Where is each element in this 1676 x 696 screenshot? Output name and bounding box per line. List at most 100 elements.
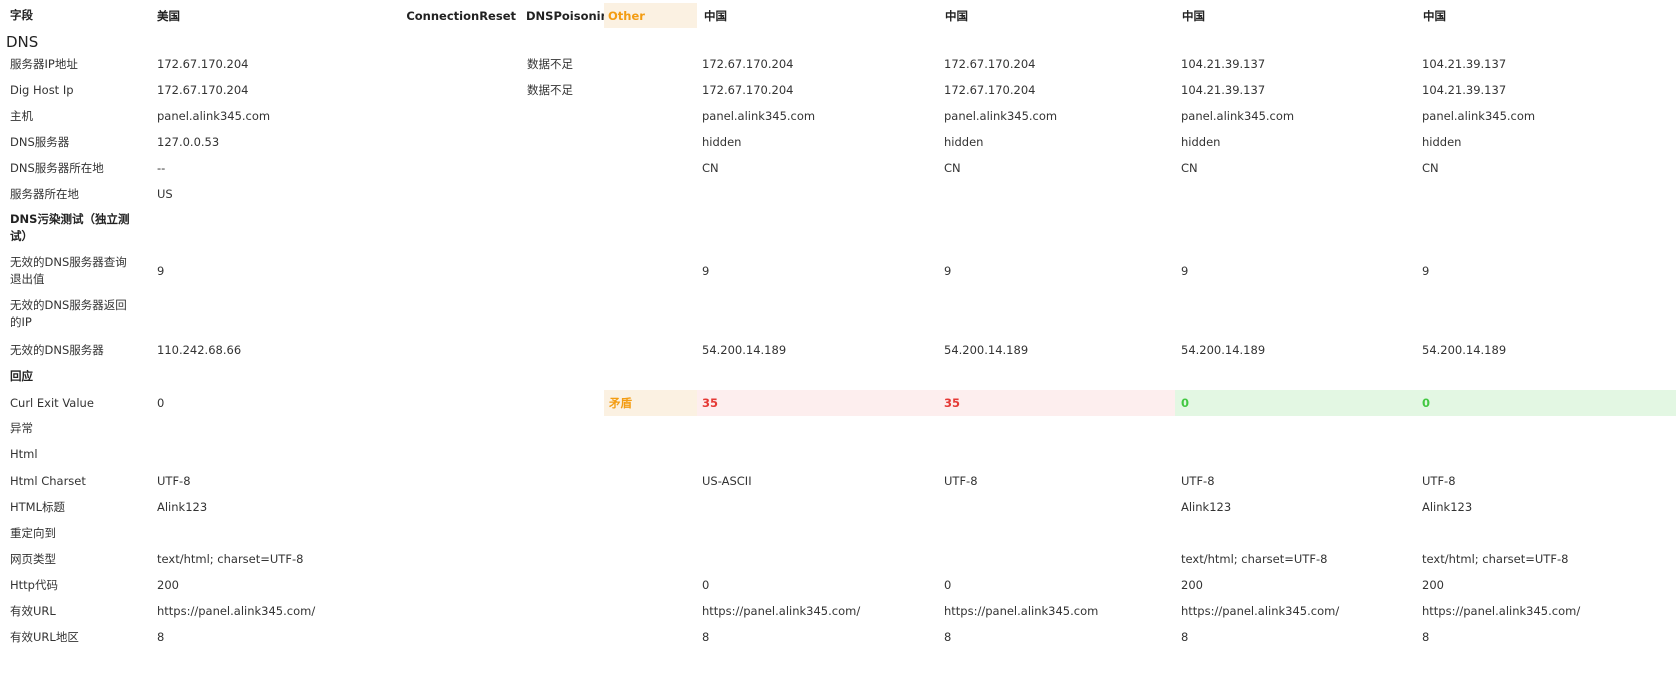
table-row: 服务器IP地址 172.67.170.204 数据不足 172.67.170.2… xyxy=(0,52,1676,76)
table-row: Html Charset UTF-8 US-ASCII UTF-8 UTF-8 … xyxy=(0,469,1676,493)
cell: 9 xyxy=(702,264,710,278)
row-label: Curl Exit Value xyxy=(10,395,94,410)
cell-error: 35 xyxy=(938,390,1175,416)
cell-ok: 0 xyxy=(1175,390,1416,416)
row-label-section: DNS污染测试（独立测试） xyxy=(10,212,130,243)
cell: text/html; charset=UTF-8 xyxy=(157,552,304,566)
header-col-other[interactable]: Other xyxy=(604,3,697,28)
row-label: Html Charset xyxy=(10,473,86,488)
cell: 172.67.170.204 xyxy=(702,57,794,71)
cell: panel.alink345.com xyxy=(157,109,271,123)
row-label: 无效的DNS服务器查询退出值 xyxy=(10,255,127,286)
section-dns-title: DNS xyxy=(6,33,39,51)
table-row: 有效URL https://panel.alink345.com/ https:… xyxy=(0,599,1676,623)
table-row: Dig Host Ip 172.67.170.204 数据不足 172.67.1… xyxy=(0,78,1676,102)
table-row: 无效的DNS服务器查询退出值 9 9 9 9 9 xyxy=(0,251,1676,291)
header-col-us[interactable]: 美国 xyxy=(147,3,417,28)
cell: panel.alink345.com xyxy=(702,109,816,123)
header-col-cn-2[interactable]: 中国 xyxy=(938,3,1190,28)
cell: 9 xyxy=(157,264,165,278)
cell: 0 xyxy=(944,578,952,592)
cell: UTF-8 xyxy=(1181,474,1215,488)
cell-ok: 0 xyxy=(1416,390,1676,416)
cell: 104.21.39.137 xyxy=(1422,83,1507,97)
cell: UTF-8 xyxy=(944,474,978,488)
cell: 54.200.14.189 xyxy=(1181,343,1266,357)
cell: 54.200.14.189 xyxy=(944,343,1029,357)
cell: hidden xyxy=(1181,135,1221,149)
row-label: Http代码 xyxy=(10,577,58,592)
row-label: Dig Host Ip xyxy=(10,82,74,97)
cell-link[interactable]: https://panel.alink345.com xyxy=(938,599,1175,623)
cell: 8 xyxy=(1422,630,1430,644)
cell: CN xyxy=(944,161,961,175)
cell: text/html; charset=UTF-8 xyxy=(1422,552,1569,566)
cell: US xyxy=(157,187,173,201)
cell: 0 xyxy=(702,578,710,592)
table-row-highlighted: Curl Exit Value 0 矛盾 35 35 0 0 xyxy=(0,390,1676,416)
row-label: 服务器所在地 xyxy=(10,186,79,201)
row-label: HTML标题 xyxy=(10,499,66,514)
header-field: 字段 xyxy=(10,8,33,22)
cell-conflict: 矛盾 xyxy=(604,390,697,416)
table-row: 回应 xyxy=(0,364,1676,388)
cell: 数据不足 xyxy=(527,57,573,71)
cell: Alink123 xyxy=(157,500,208,514)
table-row: DNS服务器 127.0.0.53 hidden hidden hidden h… xyxy=(0,130,1676,154)
cell: 104.21.39.137 xyxy=(1422,57,1507,71)
cell: hidden xyxy=(1422,135,1462,149)
table-row: Http代码 200 0 0 200 200 xyxy=(0,573,1676,597)
cell: Alink123 xyxy=(1181,500,1232,514)
row-label: 异常 xyxy=(10,420,33,435)
cell: Alink123 xyxy=(1422,500,1473,514)
cell: 9 xyxy=(1181,264,1189,278)
row-label: 服务器IP地址 xyxy=(10,56,78,71)
cell-link[interactable]: https://panel.alink345.com/ xyxy=(1416,599,1676,623)
cell-error: 35 xyxy=(697,390,938,416)
cell: 200 xyxy=(1422,578,1444,592)
row-label: DNS服务器 xyxy=(10,134,70,149)
cell: 172.67.170.204 xyxy=(702,83,794,97)
table-row: 异常 xyxy=(0,416,1676,440)
cell: 127.0.0.53 xyxy=(157,135,220,149)
cell: CN xyxy=(702,161,719,175)
cell: 54.200.14.189 xyxy=(702,343,787,357)
cell: 110.242.68.66 xyxy=(157,343,242,357)
row-label: DNS服务器所在地 xyxy=(10,160,104,175)
cell: 8 xyxy=(702,630,710,644)
cell: 8 xyxy=(944,630,952,644)
table-row: HTML标题 Alink123 Alink123 Alink123 xyxy=(0,495,1676,519)
cell: 200 xyxy=(1181,578,1203,592)
header-col-cn-4[interactable]: 中国 xyxy=(1416,3,1581,28)
cell: CN xyxy=(1422,161,1439,175)
cell-link[interactable]: https://panel.alink345.com/ xyxy=(1175,599,1416,623)
cell-link[interactable]: https://panel.alink345.com/ xyxy=(697,599,938,623)
cell: US-ASCII xyxy=(702,474,752,488)
cell: 200 xyxy=(157,578,179,592)
table-row: Html xyxy=(0,442,1676,466)
cell: 104.21.39.137 xyxy=(1181,57,1266,71)
table-row: DNS污染测试（独立测试） xyxy=(0,208,1676,248)
header-col-connectionreset[interactable]: ConnectionReset xyxy=(407,3,520,28)
header-col-dnspoisoning[interactable]: DNSPoisoning xyxy=(520,3,604,28)
cell: hidden xyxy=(702,135,742,149)
row-label: 无效的DNS服务器 xyxy=(10,342,104,357)
cell: UTF-8 xyxy=(157,474,191,488)
row-label: 有效URL地区 xyxy=(10,629,79,644)
row-label: 主机 xyxy=(10,108,33,123)
cell: hidden xyxy=(944,135,984,149)
header-col-cn-1[interactable]: 中国 xyxy=(697,3,955,28)
header-col-cn-3[interactable]: 中国 xyxy=(1175,3,1433,28)
cell: 8 xyxy=(1181,630,1189,644)
cell: 0 xyxy=(157,396,165,410)
table-row: 主机 panel.alink345.com panel.alink345.com… xyxy=(0,104,1676,128)
cell: 9 xyxy=(1422,264,1430,278)
cell: 数据不足 xyxy=(527,83,573,97)
cell: 9 xyxy=(944,264,952,278)
cell: panel.alink345.com xyxy=(1181,109,1295,123)
row-label: 无效的DNS服务器返回的IP xyxy=(10,298,127,329)
cell-link[interactable]: https://panel.alink345.com/ xyxy=(147,599,417,623)
cell: CN xyxy=(1181,161,1198,175)
cell: text/html; charset=UTF-8 xyxy=(1181,552,1328,566)
cell: 8 xyxy=(157,630,165,644)
